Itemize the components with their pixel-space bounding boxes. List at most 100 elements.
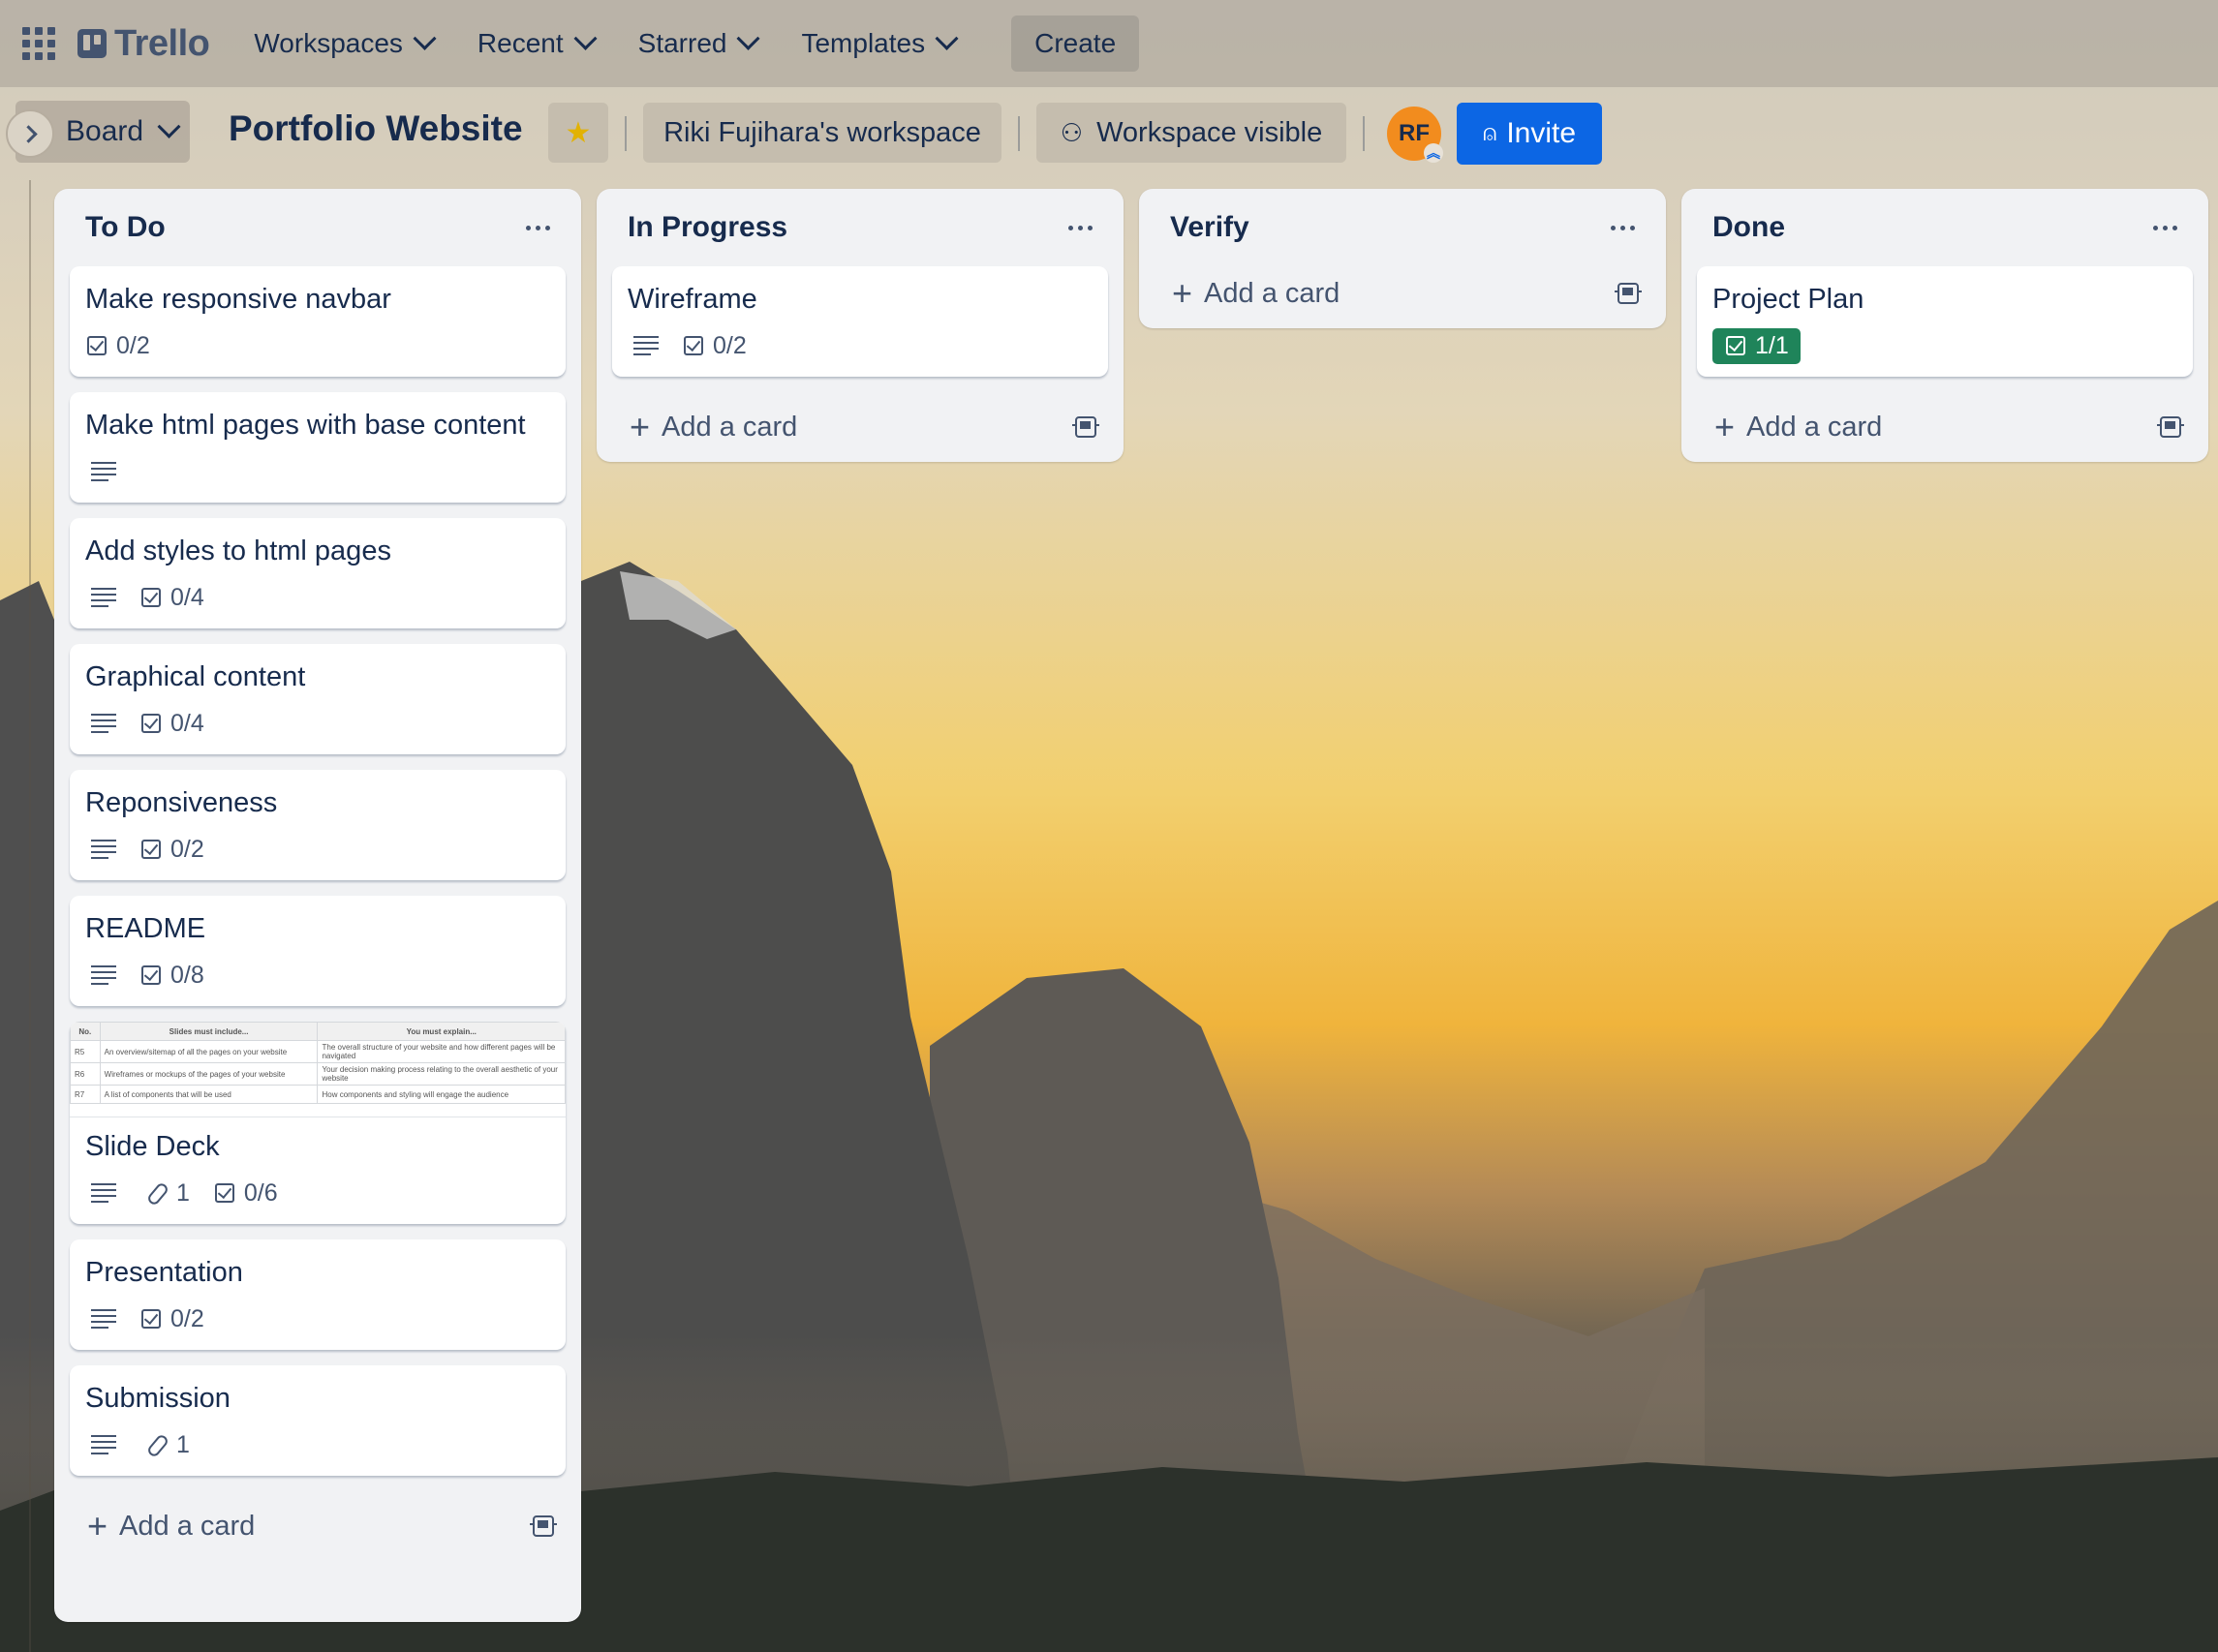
board-view-label: Board	[66, 115, 144, 147]
list-in-progress[interactable]: In Progress Wireframe 0/2 + Add a card	[597, 189, 1124, 462]
card-badges: 0/2	[628, 328, 1093, 363]
card-badges: 1/1	[1712, 327, 2177, 364]
card-cover-image: No. Slides must include... You must expl…	[70, 1022, 566, 1117]
attachment-count: 1	[176, 1178, 190, 1207]
add-card-label: Add a card	[119, 1510, 256, 1542]
workspace-button[interactable]: Riki Fujihara's workspace	[643, 103, 1001, 163]
list-to-do[interactable]: To Do Make responsive navbar 0/2 Make ht…	[54, 189, 581, 1622]
invite-label: Invite	[1506, 117, 1577, 149]
top-navigation-bar: Trello Workspaces Recent Starred Templat…	[0, 0, 2218, 87]
create-from-template-icon[interactable]	[1615, 283, 1642, 304]
member-avatar[interactable]: RF ︽	[1387, 107, 1443, 163]
nav-starred-label: Starred	[637, 28, 727, 58]
create-from-template-icon[interactable]	[1072, 416, 1099, 438]
card[interactable]: Make html pages with base content	[70, 392, 566, 503]
cover-cell: R5	[70, 1040, 101, 1063]
checklist-icon	[141, 1309, 161, 1329]
add-card-button[interactable]: + Add a card	[87, 1509, 255, 1544]
invite-button[interactable]: ⍝ Invite	[1457, 103, 1602, 165]
star-board-button[interactable]: ★	[548, 103, 608, 163]
cover-cell: R7	[70, 1085, 101, 1104]
card-badges: 0/4	[85, 706, 550, 741]
list-menu-icon[interactable]	[1068, 225, 1093, 230]
visibility-button[interactable]: ⚇ Workspace visible	[1036, 103, 1346, 163]
list-verify[interactable]: Verify + Add a card	[1139, 189, 1666, 328]
description-icon	[91, 1183, 116, 1203]
card[interactable]: Reponsiveness 0/2	[70, 770, 566, 880]
card-title: Make html pages with base content	[85, 410, 526, 441]
app-switcher-icon[interactable]	[21, 26, 56, 61]
list-title[interactable]: Verify	[1170, 211, 1249, 244]
card[interactable]: Project Plan 1/1	[1697, 266, 2193, 377]
list-menu-icon[interactable]	[2153, 225, 2177, 230]
checklist-icon	[141, 714, 161, 733]
cover-cell: Wireframes or mockups of the pages of yo…	[99, 1062, 319, 1086]
add-card-button[interactable]: + Add a card	[630, 410, 797, 444]
card[interactable]: Submission 1	[70, 1365, 566, 1476]
cover-cell: A list of components that will be used	[99, 1085, 319, 1104]
card[interactable]: README 0/8	[70, 896, 566, 1006]
nav-workspaces-label: Workspaces	[254, 28, 403, 58]
checklist-count: 0/4	[170, 709, 204, 737]
add-card-label: Add a card	[1204, 277, 1340, 309]
add-card-row: + Add a card	[54, 1491, 581, 1561]
checklist-icon	[87, 336, 107, 355]
expand-sidebar-button[interactable]	[6, 109, 54, 158]
list-header: Verify	[1139, 189, 1666, 266]
chevron-down-icon	[935, 26, 959, 50]
card-title: README	[85, 913, 206, 944]
trello-logo[interactable]: Trello	[77, 23, 210, 65]
cover-header: Slides must include...	[99, 1022, 319, 1041]
avatar-initials: RF	[1399, 120, 1430, 146]
nav-templates-button[interactable]: Templates	[801, 26, 959, 59]
card[interactable]: Graphical content 0/4	[70, 644, 566, 754]
card-title: Submission	[85, 1383, 231, 1414]
list-menu-icon[interactable]	[526, 225, 550, 230]
board-title[interactable]: Portfolio Website	[229, 108, 523, 149]
list-title[interactable]: To Do	[85, 211, 166, 244]
description-icon	[633, 336, 659, 355]
checklist-count: 0/2	[713, 331, 747, 359]
create-from-template-icon[interactable]	[530, 1515, 557, 1537]
plus-icon: +	[87, 1506, 108, 1545]
header-divider	[1363, 116, 1365, 151]
admin-chevron-icon: ︽	[1424, 143, 1443, 163]
card-title: Project Plan	[1712, 284, 1864, 315]
card[interactable]: Presentation 0/2	[70, 1239, 566, 1350]
chevron-down-icon	[157, 114, 181, 138]
nav-templates-label: Templates	[801, 28, 926, 58]
add-card-button[interactable]: + Add a card	[1714, 410, 1882, 444]
checklist-icon	[1726, 336, 1745, 355]
add-card-label: Add a card	[1746, 411, 1883, 443]
list-header: To Do	[54, 189, 581, 266]
checklist-count: 1/1	[1755, 331, 1789, 359]
card-badges: 0/8	[85, 958, 550, 993]
list-header: In Progress	[597, 189, 1124, 266]
create-button[interactable]: Create	[1011, 15, 1140, 72]
card[interactable]: No. Slides must include... You must expl…	[70, 1022, 566, 1224]
list-title[interactable]: In Progress	[628, 211, 787, 244]
card[interactable]: Make responsive navbar 0/2	[70, 266, 566, 377]
list-menu-icon[interactable]	[1611, 225, 1635, 230]
add-card-button[interactable]: + Add a card	[1172, 276, 1340, 311]
nav-workspaces-button[interactable]: Workspaces	[254, 26, 437, 59]
plus-icon: +	[630, 407, 651, 446]
list-header: Done	[1681, 189, 2208, 266]
card[interactable]: Add styles to html pages 0/4	[70, 518, 566, 628]
people-icon: ⚇	[1060, 117, 1084, 147]
add-card-row: + Add a card	[597, 392, 1124, 462]
description-icon	[91, 965, 116, 985]
card[interactable]: Wireframe 0/2	[612, 266, 1108, 377]
checklist-complete-badge: 1/1	[1712, 327, 1801, 364]
checklist-count: 0/2	[170, 835, 204, 863]
nav-starred-button[interactable]: Starred	[637, 26, 760, 59]
nav-recent-button[interactable]: Recent	[477, 26, 598, 59]
card-title: Graphical content	[85, 661, 306, 692]
create-from-template-icon[interactable]	[2157, 416, 2184, 438]
list-done[interactable]: Done Project Plan 1/1 + Add a card	[1681, 189, 2208, 462]
star-icon: ★	[565, 116, 592, 149]
cover-cell: R6	[70, 1062, 101, 1086]
sidebar-edge	[29, 180, 31, 1652]
chevron-down-icon	[736, 26, 760, 50]
list-title[interactable]: Done	[1712, 211, 1785, 244]
